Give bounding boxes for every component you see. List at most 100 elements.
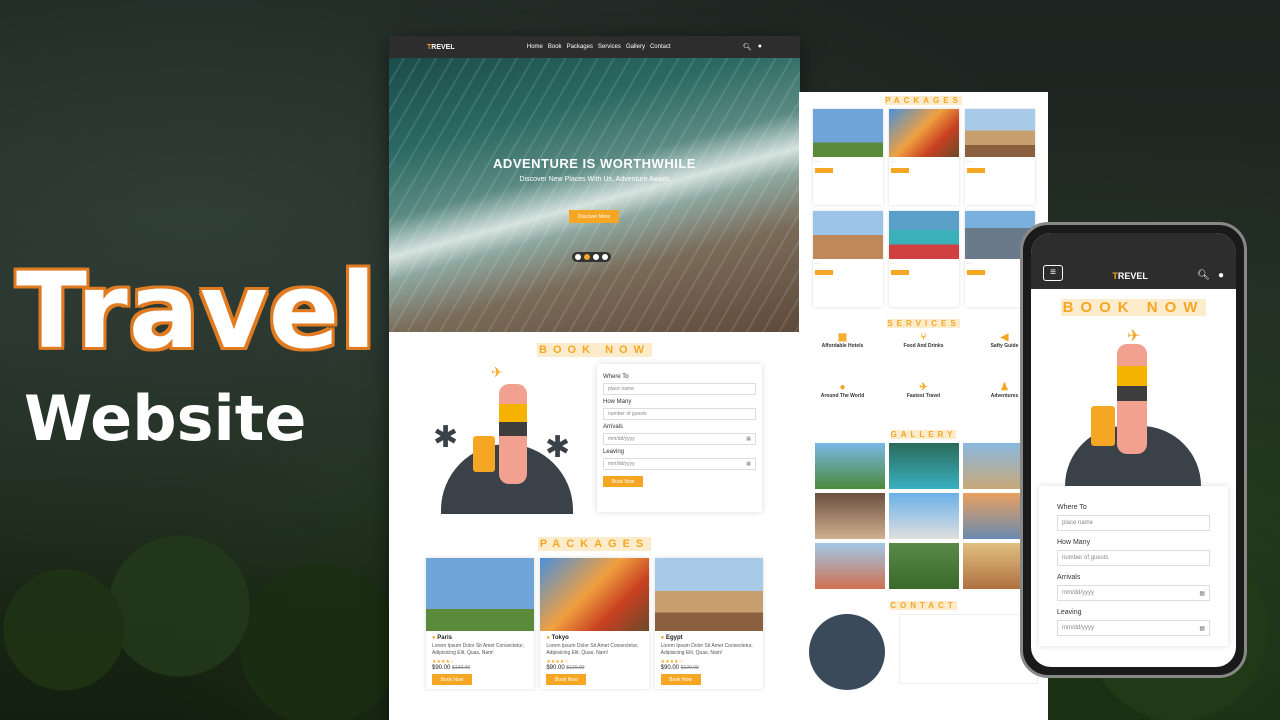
phone-mockup: ≡ TREVEL 🔍︎ ● BOOK NOW ✈ Where To place n…	[1020, 222, 1247, 678]
package-book-button[interactable]: Book Now	[432, 674, 472, 685]
package-price: $90.00 $120.00	[660, 665, 699, 671]
package-image	[654, 558, 763, 631]
logo[interactable]: TREVEL	[427, 44, 455, 51]
calendar-icon[interactable]: ▦	[1199, 590, 1205, 597]
menu-icon[interactable]: ≡	[1043, 265, 1063, 281]
book-section: ✱ ✱ ✈ Where To place name How Many numbe…	[389, 364, 800, 514]
contact-title: CONTACT	[890, 601, 957, 610]
calendar-icon[interactable]: ▦	[746, 436, 751, 442]
hero-text: Discover New Places With Us, Adventure A…	[519, 176, 670, 183]
gallery-image[interactable]	[814, 543, 885, 589]
plane-icon: ✈	[1127, 328, 1141, 345]
food-icon: ⑂	[920, 332, 927, 343]
nav-services[interactable]: Services	[598, 44, 621, 50]
search-icon[interactable]: 🔍︎	[743, 43, 752, 51]
package-desc: Lorem Ipsum Dolor Sit Amet Consectetur, …	[546, 643, 639, 656]
where-input[interactable]: place name	[603, 383, 756, 395]
discover-more-button[interactable]: Discover More	[569, 210, 619, 223]
packages-grid: · · · · · · · · · · · · · · · · · ·	[799, 109, 1048, 307]
nav-book[interactable]: Book	[548, 44, 562, 50]
service-item: ● Around The World	[805, 382, 880, 426]
package-card: Egypt Lorem Ipsum Dolor Sit Amet Consect…	[654, 558, 763, 689]
where-label: Where To	[1057, 504, 1087, 511]
hero-banner: ADVENTURE IS WORTHWHILE Discover New Pla…	[389, 58, 800, 332]
guests-input[interactable]: number of guests	[603, 408, 756, 420]
package-price: $90.00 $120.00	[432, 665, 471, 671]
guests-label: How Many	[1057, 539, 1091, 546]
search-icon[interactable]: 🔍︎	[1197, 270, 1210, 281]
leaving-input[interactable]: mm/dd/yyyy ▦	[1057, 620, 1210, 636]
contact-section	[799, 614, 1048, 690]
palm-icon: ✱	[433, 421, 459, 454]
contact-form[interactable]	[899, 614, 1038, 684]
calendar-icon[interactable]: ▦	[746, 461, 751, 467]
slider-dot-active[interactable]	[584, 254, 590, 260]
gallery-image[interactable]	[888, 443, 959, 489]
leaving-input[interactable]: mm/dd/yyyy ▦	[603, 458, 756, 470]
slider-dot[interactable]	[575, 254, 581, 260]
arrivals-label: Arrivals	[603, 424, 624, 430]
package-book-button[interactable]: Book Now	[546, 674, 587, 685]
booking-form: Where To place name How Many number of g…	[597, 364, 762, 512]
banner-subtitle: Website	[24, 382, 307, 455]
user-icon[interactable]: ●	[758, 43, 762, 51]
service-item: ✈ Fastest Travel	[886, 382, 961, 426]
package-card: Paris Lorem Ipsum Dolor Sit Amet Consect…	[426, 558, 535, 689]
phone-traveler-illustration: ✈	[1031, 326, 1236, 486]
nav-contact[interactable]: Contact	[650, 44, 671, 50]
where-input[interactable]: place name	[1057, 515, 1210, 531]
gallery-grid	[799, 443, 1048, 589]
nav-home[interactable]: Home	[527, 44, 543, 50]
package-name: Tokyo	[546, 635, 642, 641]
phone-navbar: ≡ TREVEL 🔍︎ ●	[1031, 233, 1236, 289]
contact-illustration	[809, 614, 885, 690]
package-desc: Lorem Ipsum Dolor Sit Amet Consectetur, …	[660, 643, 753, 656]
navbar: TREVEL Home Book Packages Services Galle…	[389, 36, 800, 58]
slider-dot[interactable]	[593, 254, 599, 260]
packages-grid: Paris Lorem Ipsum Dolor Sit Amet Consect…	[389, 558, 800, 689]
gallery-image[interactable]	[888, 493, 959, 539]
gallery-image[interactable]	[814, 443, 885, 489]
desktop-mockup: TREVEL Home Book Packages Services Galle…	[389, 36, 800, 720]
package-card: · · ·	[812, 109, 883, 205]
package-image	[426, 558, 535, 631]
where-label: Where To	[603, 374, 629, 380]
nav-links: Home Book Packages Services Gallery Cont…	[527, 44, 671, 50]
user-icon[interactable]: ●	[1218, 270, 1224, 281]
page-overview-mockup: PACKAGES · · · · · · · · · · · · · · · ·…	[799, 92, 1048, 720]
gallery-title: GALLERY	[890, 430, 957, 439]
package-price: $90.00 $120.00	[546, 665, 585, 671]
arrivals-input[interactable]: mm/dd/yyyy ▦	[603, 433, 756, 445]
slider-dot[interactable]	[602, 254, 608, 260]
gallery-image[interactable]	[814, 493, 885, 539]
phone-logo[interactable]: TREVEL	[1112, 271, 1148, 281]
package-book-button[interactable]: Book Now	[660, 674, 701, 685]
arrivals-input[interactable]: mm/dd/yyyy ▦	[1057, 585, 1210, 601]
hero-heading: ADVENTURE IS WORTHWHILE	[493, 156, 696, 171]
package-desc: Lorem Ipsum Dolor Sit Amet Consectetur, …	[432, 643, 524, 656]
package-name: Paris	[432, 635, 528, 641]
globe-icon: ●	[839, 382, 846, 393]
package-card: · · ·	[964, 109, 1035, 205]
book-now-button[interactable]: Book Now	[603, 476, 643, 487]
leaving-label: Leaving	[603, 449, 625, 455]
package-name: Egypt	[661, 635, 757, 641]
guests-label: How Many	[603, 399, 632, 405]
calendar-icon[interactable]: ▦	[1199, 625, 1205, 632]
gallery-image[interactable]	[888, 543, 959, 589]
phone-booking-form: Where To place name How Many number of g…	[1039, 486, 1228, 646]
nav-gallery[interactable]: Gallery	[626, 44, 645, 50]
service-item: ⑂ Food And Drinks	[886, 332, 961, 376]
plane-icon: ✈	[491, 364, 503, 380]
packages-title: PACKAGES	[885, 96, 962, 105]
package-card: · · ·	[888, 109, 959, 205]
nav-packages[interactable]: Packages	[567, 44, 593, 50]
slider-dots	[572, 252, 611, 262]
plane-icon: ✈	[919, 382, 928, 393]
hotel-icon: ▦	[837, 332, 848, 343]
phone-book-title: BOOK NOW	[1060, 299, 1207, 316]
package-card: Tokyo Lorem Ipsum Dolor Sit Amet Consect…	[540, 558, 649, 689]
packages-title: PACKAGES	[537, 537, 652, 551]
guests-input[interactable]: number of guests	[1057, 550, 1210, 566]
package-card: · · ·	[812, 211, 883, 307]
